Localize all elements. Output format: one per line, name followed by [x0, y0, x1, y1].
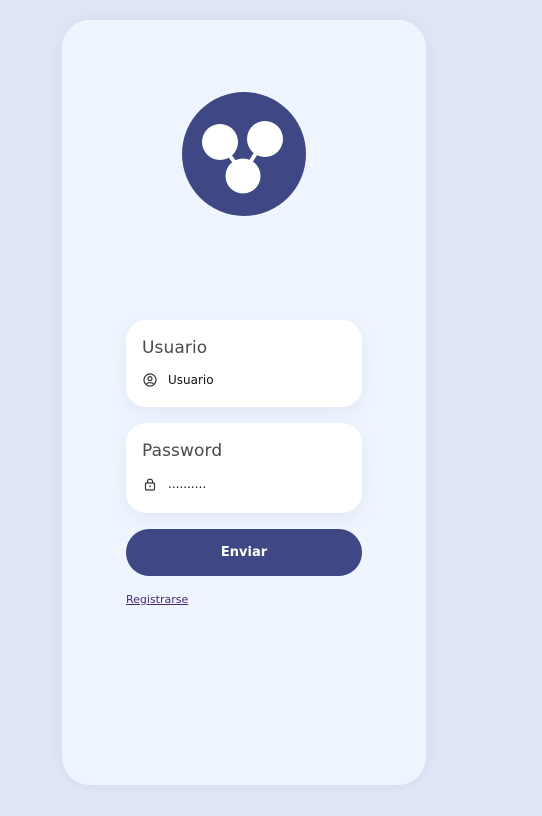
submit-button[interactable]: Enviar	[126, 529, 362, 576]
username-label: Usuario	[142, 338, 208, 358]
username-input[interactable]	[168, 371, 338, 389]
username-field: Usuario	[126, 320, 362, 407]
register-link[interactable]: Registrarse	[126, 593, 188, 606]
password-row	[142, 475, 348, 493]
page: Usuario Password	[0, 0, 542, 816]
lock-icon	[142, 476, 158, 492]
username-row	[142, 371, 348, 389]
password-field: Password	[126, 423, 362, 513]
login-card: Usuario Password	[62, 20, 426, 785]
password-label: Password	[142, 441, 223, 461]
user-circle-icon	[142, 372, 158, 388]
password-input[interactable]	[168, 475, 338, 493]
logo-icon	[182, 92, 306, 216]
